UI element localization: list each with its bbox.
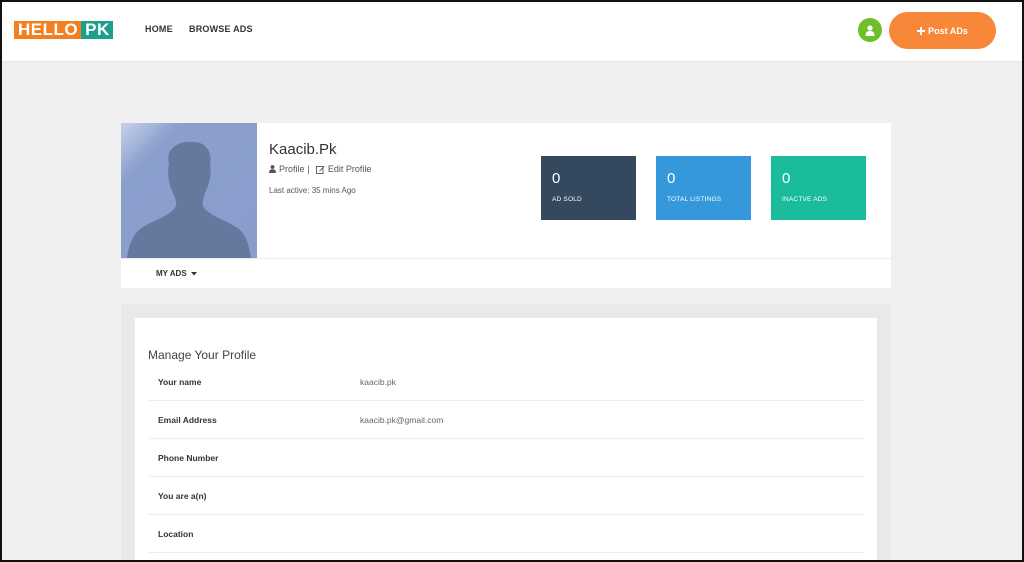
user-icon [865, 24, 875, 36]
post-ads-label: Post ADs [928, 25, 968, 36]
plus-icon [917, 26, 926, 35]
manage-profile-panel: Manage Your Profile Your name kaacib.pk … [135, 318, 877, 562]
field-row-location: Location [148, 515, 864, 553]
stat-value: 0 [552, 170, 561, 187]
avatar [121, 123, 257, 258]
top-header: HELLO PK HOME BROWSE ADS Post ADs [0, 0, 1024, 62]
field-value: kaacib.pk@gmail.com [360, 415, 444, 425]
site-logo[interactable]: HELLO PK [14, 21, 113, 39]
logo-hello: HELLO [14, 21, 82, 39]
edit-profile-link[interactable]: Edit Profile [328, 164, 372, 174]
field-value: kaacib.pk [360, 377, 396, 387]
stat-value: 0 [782, 170, 791, 187]
field-label: Your name [158, 377, 202, 387]
post-ads-button[interactable]: Post ADs [889, 12, 996, 49]
stat-label: AD SOLD [552, 196, 582, 203]
stat-label: INACTVE ADS [782, 196, 828, 203]
user-icon [269, 165, 276, 173]
field-row-you-are: You are a(n) [148, 477, 864, 515]
logo-pk: PK [81, 21, 113, 39]
link-separator: | [307, 164, 310, 174]
my-ads-dropdown[interactable]: MY ADS [156, 269, 197, 278]
caret-down-icon [190, 271, 197, 276]
profile-links: Profile | Edit Profile [269, 164, 371, 174]
edit-icon [315, 165, 325, 174]
field-row-phone: Phone Number [148, 439, 864, 477]
stat-label: TOTAL LISTINGS [667, 196, 722, 203]
stat-value: 0 [667, 170, 676, 187]
field-label: You are a(n) [158, 491, 207, 501]
profile-tabs-bar: MY ADS [121, 258, 891, 288]
nav-home[interactable]: HOME [145, 24, 173, 34]
manage-profile-title: Manage Your Profile [148, 348, 257, 362]
field-row-name: Your name kaacib.pk [148, 363, 864, 401]
field-row-email: Email Address kaacib.pk@gmail.com [148, 401, 864, 439]
profile-card: Kaacib.Pk Profile | Edit Profile Last ac… [121, 123, 891, 288]
default-avatar-icon [127, 141, 251, 258]
last-active-text: Last active: 35 mins Ago [269, 186, 356, 195]
my-ads-label: MY ADS [156, 269, 187, 278]
stat-total-listings: 0 TOTAL LISTINGS [656, 156, 751, 220]
field-label: Phone Number [158, 453, 219, 463]
nav-browse-ads[interactable]: BROWSE ADS [189, 24, 253, 34]
field-label: Email Address [158, 415, 217, 425]
field-label: Location [158, 529, 194, 539]
profile-link[interactable]: Profile [279, 164, 305, 174]
stat-ad-sold: 0 AD SOLD [541, 156, 636, 220]
user-account-button[interactable] [858, 18, 882, 42]
stat-inactive-ads: 0 INACTVE ADS [771, 156, 866, 220]
profile-name: Kaacib.Pk [269, 141, 337, 158]
